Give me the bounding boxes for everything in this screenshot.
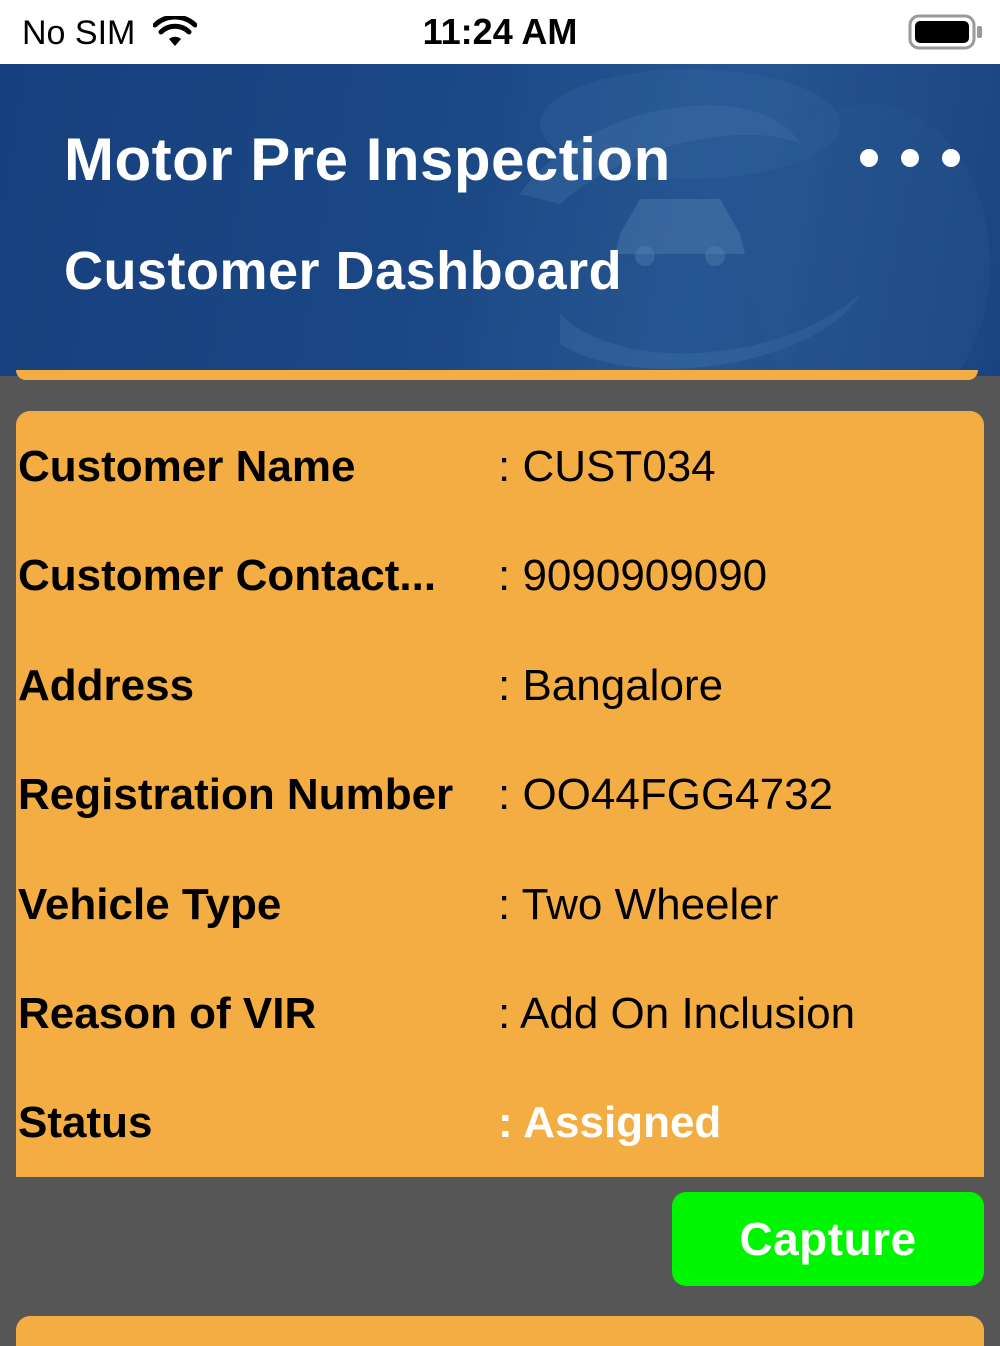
status-value: : Assigned [498, 1098, 722, 1147]
more-horizontal-icon [860, 149, 878, 167]
detail-value: : Add On Inclusion [498, 989, 856, 1038]
header-background-illustration [0, 64, 1000, 376]
battery-icon [908, 14, 982, 50]
more-options-button[interactable] [860, 140, 960, 176]
detail-row-registration-number: Registration Number : OO44FGG4732 [16, 765, 984, 825]
detail-row-customer-name: Customer Name : CUST034 [16, 437, 984, 497]
detail-label: Customer Contact... [18, 551, 437, 600]
detail-label: Customer Name [18, 442, 356, 491]
detail-label: Vehicle Type [18, 880, 282, 929]
detail-row-reason-of-vir: Reason of VIR : Add On Inclusion [16, 984, 984, 1044]
detail-row-status: Status : Assigned [16, 1093, 984, 1153]
detail-value: : OO44FGG4732 [498, 770, 834, 819]
detail-row-address: Address : Bangalore [16, 656, 984, 716]
more-horizontal-icon [901, 149, 919, 167]
status-time: 11:24 AM [422, 11, 578, 52]
status-bar: No SIM 11:24 AM [0, 0, 1000, 64]
detail-value: : 9090909090 [498, 551, 768, 600]
app-title: Motor Pre Inspection [64, 126, 671, 193]
customer-card[interactable]: Customer Name : CUST034 Customer Contact… [16, 411, 984, 1177]
detail-row-customer-contact: Customer Contact... : 9090909090 [16, 546, 984, 606]
detail-label: Address [18, 661, 195, 710]
detail-value: : Two Wheeler [498, 880, 779, 929]
capture-button[interactable]: Capture [672, 1192, 984, 1286]
page-title: Customer Dashboard [64, 241, 623, 301]
detail-value: : Bangalore [498, 661, 724, 710]
detail-label: Status [18, 1098, 153, 1147]
next-card-edge[interactable] [16, 1316, 984, 1346]
detail-row-vehicle-type: Vehicle Type : Two Wheeler [16, 875, 984, 935]
detail-label: Registration Number [18, 770, 454, 819]
detail-value: : CUST034 [498, 442, 716, 491]
app-header: Motor Pre Inspection Customer Dashboard [0, 64, 1000, 376]
detail-label: Reason of VIR [18, 989, 317, 1038]
more-horizontal-icon [942, 149, 960, 167]
previous-card-edge [16, 370, 978, 380]
